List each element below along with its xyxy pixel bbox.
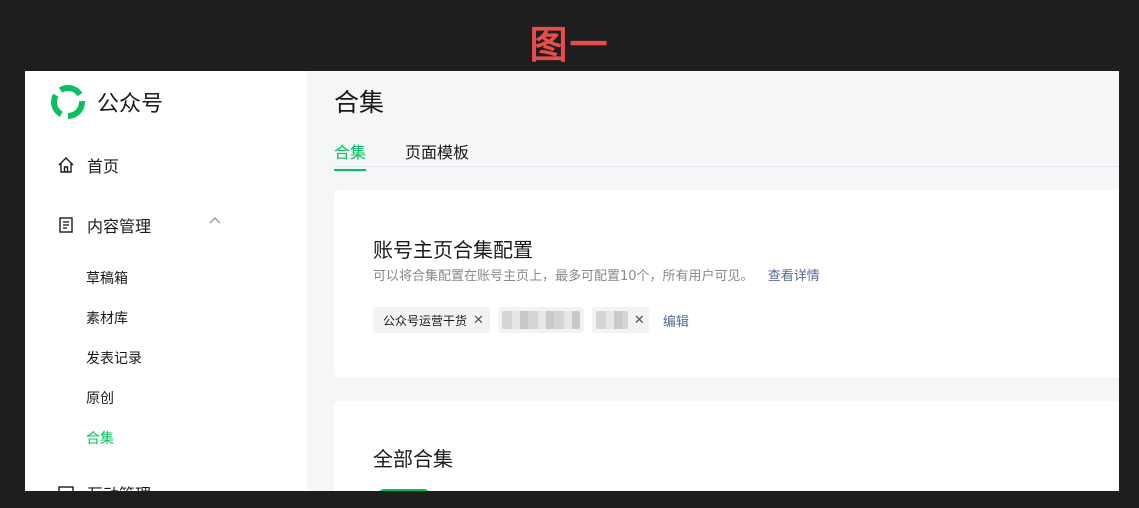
- view-details-link[interactable]: 查看详情: [768, 269, 820, 284]
- sidebar-item-content[interactable]: 内容管理: [57, 213, 151, 237]
- collection-tag-redacted: ✕: [591, 307, 649, 333]
- sidebar-subitem-drafts[interactable]: 草稿箱: [86, 268, 128, 288]
- card-description: 可以将合集配置在账号主页上，最多可配置10个，所有用户可见。 查看详情: [373, 265, 820, 284]
- sidebar-item-label: 首页: [87, 157, 120, 176]
- sidebar-item-home[interactable]: 首页: [57, 153, 119, 177]
- tab-collections[interactable]: 合集: [334, 139, 367, 171]
- tag-label: 公众号运营干货: [383, 313, 468, 328]
- wechat-oa-logo-icon: [51, 85, 85, 119]
- remove-tag-icon[interactable]: ✕: [634, 313, 645, 328]
- create-collection-button[interactable]: [378, 489, 430, 491]
- sidebar: 公众号 首页 内容管理 草稿箱 素材库 发表记录 原创 合集: [25, 71, 307, 491]
- sidebar-item-label: 内容管理: [87, 217, 152, 236]
- sidebar-item-interaction[interactable]: 互动管理: [57, 481, 151, 491]
- main-content: 合集 合集 页面模板 账号主页合集配置 可以将合集配置在账号主页上，最多可配置1…: [307, 71, 1119, 491]
- remove-tag-icon[interactable]: ✕: [473, 313, 484, 328]
- sidebar-subitem-original[interactable]: 原创: [86, 388, 114, 408]
- document-icon: [59, 217, 73, 233]
- message-icon: [58, 486, 74, 491]
- brand-name: 公众号: [97, 92, 164, 117]
- home-icon: [58, 157, 74, 173]
- card-title: 账号主页合集配置: [373, 238, 533, 262]
- redacted-tag-label: [595, 311, 628, 329]
- page-title: 合集: [334, 88, 385, 117]
- app-window: 公众号 首页 内容管理 草稿箱 素材库 发表记录 原创 合集 合集 合集 页面模…: [25, 71, 1119, 491]
- sidebar-item-label: 互动管理: [87, 481, 151, 491]
- collection-tag: 公众号运营干货 ✕: [373, 307, 490, 333]
- tab-bar: 合集 页面模板: [334, 139, 1119, 171]
- redacted-tag-label: [501, 311, 580, 329]
- card-title: 全部合集: [373, 447, 453, 471]
- collection-tags: 公众号运营干货 ✕ ✕ 编辑: [373, 307, 689, 333]
- sidebar-subitem-library[interactable]: 素材库: [86, 308, 128, 328]
- all-collections-card: 全部合集: [334, 401, 1119, 491]
- description-text: 可以将合集配置在账号主页上，最多可配置10个，所有用户可见。: [373, 269, 754, 284]
- brand[interactable]: 公众号: [51, 85, 163, 119]
- edit-link[interactable]: 编辑: [663, 311, 689, 330]
- homepage-collection-config-card: 账号主页合集配置 可以将合集配置在账号主页上，最多可配置10个，所有用户可见。 …: [334, 190, 1119, 377]
- figure-label: 图一: [529, 23, 610, 67]
- chevron-up-icon[interactable]: [207, 213, 223, 229]
- collection-tag-redacted: [497, 307, 584, 333]
- sidebar-subitem-collections[interactable]: 合集: [86, 428, 114, 448]
- tab-page-templates[interactable]: 页面模板: [405, 139, 469, 169]
- sidebar-subitem-publish-records[interactable]: 发表记录: [86, 348, 142, 368]
